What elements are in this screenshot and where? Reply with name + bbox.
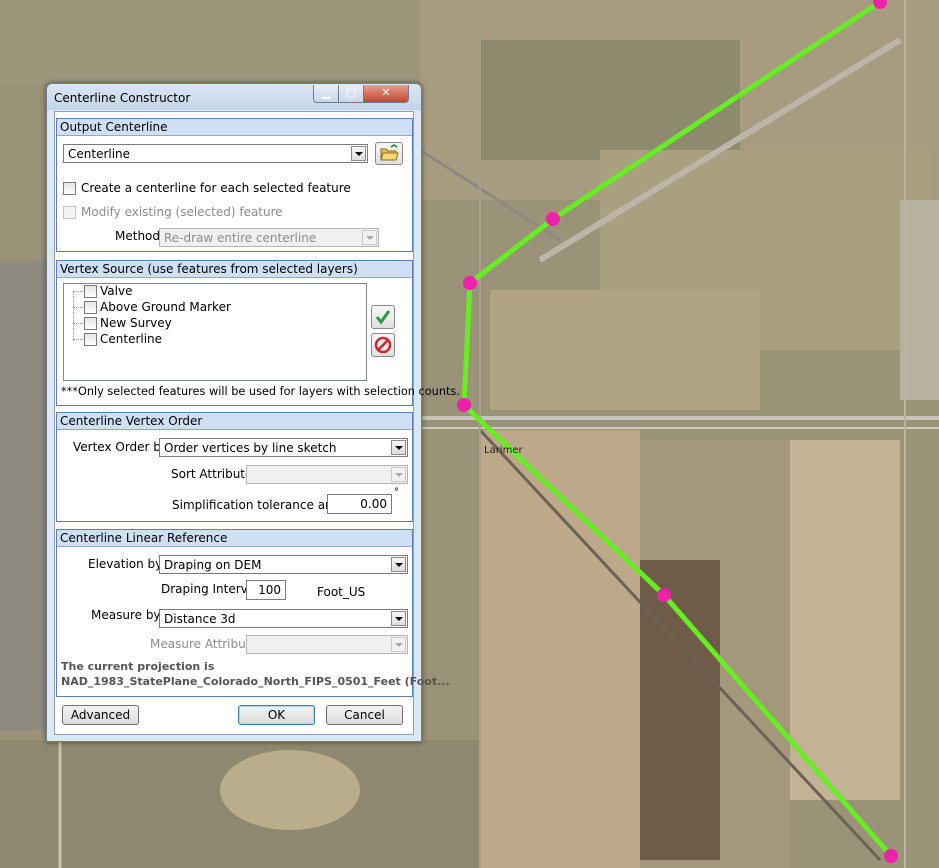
section-header: Output Centerline	[57, 119, 412, 136]
close-icon: ✕	[381, 86, 391, 99]
minimize-button[interactable]: ▁	[313, 85, 339, 103]
field-patch	[0, 0, 420, 83]
draping-interval-value: 100	[258, 583, 281, 597]
tree-connector	[73, 291, 83, 292]
layer-checkbox[interactable]	[84, 301, 97, 314]
chevron-down-icon[interactable]	[351, 146, 366, 161]
field-patch	[640, 560, 720, 860]
layer-checkbox[interactable]	[84, 285, 97, 298]
vertex-marker[interactable]	[884, 849, 898, 863]
method-value: Re-draw entire centerline	[164, 231, 317, 245]
vertex-marker[interactable]	[657, 588, 671, 602]
chevron-down-icon[interactable]	[362, 230, 377, 245]
maximize-icon: □	[345, 86, 357, 99]
selection-note: ***Only selected features will be used f…	[61, 385, 460, 398]
vertex-marker[interactable]	[463, 276, 477, 290]
field-patch	[220, 750, 360, 830]
elevation-value: Draping on DEM	[164, 558, 262, 572]
field-patch	[0, 260, 46, 730]
measure-by-label: Measure by:	[91, 608, 164, 622]
layer-label: New Survey	[100, 316, 172, 330]
elevation-combo[interactable]: Draping on DEM	[159, 555, 408, 574]
field-patch	[490, 290, 760, 410]
chevron-down-icon[interactable]	[391, 611, 406, 626]
no-entry-icon	[374, 336, 392, 354]
linear-reference-section: Centerline Linear Reference Elevation by…	[56, 529, 450, 697]
projection-line-1: The current projection is	[61, 660, 215, 673]
section-header: Centerline Linear Reference	[57, 530, 412, 547]
output-layer-combo[interactable]: Centerline	[63, 144, 368, 163]
unit-label: Foot_US	[317, 585, 366, 599]
chevron-down-icon[interactable]	[391, 557, 406, 572]
vertex-order-value: Order vertices by line sketch	[164, 441, 337, 455]
layer-label: Above Ground Marker	[100, 300, 231, 314]
measure-by-value: Distance 3d	[164, 612, 236, 626]
sort-attribute-label: Sort Attribute:	[171, 467, 257, 481]
vertex-order-combo[interactable]: Order vertices by line sketch	[159, 438, 408, 457]
open-folder-button[interactable]	[375, 142, 403, 165]
field-patch	[790, 440, 900, 800]
centerline-constructor-dialog: Centerline Constructor ▁ □ ✕ Output Cent…	[46, 83, 460, 742]
modify-existing-checkbox[interactable]	[63, 206, 76, 219]
layer-label: Valve	[100, 284, 133, 298]
degree-symbol: °	[394, 487, 399, 498]
measure-attribute-combo[interactable]	[246, 635, 408, 654]
vertex-order-label: Vertex Order by:	[73, 440, 172, 454]
measure-by-combo[interactable]: Distance 3d	[159, 609, 408, 628]
elevation-label: Elevation by:	[88, 557, 166, 571]
create-each-label: Create a centerline for each selected fe…	[81, 181, 351, 195]
method-label: Method:	[115, 229, 165, 243]
road-label: Larimer	[484, 445, 523, 456]
maximize-button[interactable]: □	[338, 85, 364, 103]
window-title: Centerline Constructor	[54, 91, 191, 105]
minimize-icon: ▁	[321, 86, 331, 99]
tolerance-value: 0.00	[360, 497, 387, 511]
create-each-checkbox[interactable]	[63, 182, 76, 195]
tree-connector	[73, 339, 83, 340]
draping-interval-input[interactable]: 100	[246, 580, 286, 600]
chevron-down-icon[interactable]	[391, 467, 406, 482]
output-layer-value: Centerline	[68, 147, 131, 161]
advanced-button[interactable]: Advanced	[62, 705, 139, 725]
folder-icon	[380, 144, 399, 161]
section-header: Centerline Vertex Order	[57, 413, 412, 430]
section-header: Vertex Source (use features from selecte…	[57, 261, 412, 278]
close-button[interactable]: ✕	[363, 85, 409, 103]
method-combo[interactable]: Re-draw entire centerline	[159, 228, 379, 247]
tree-connector	[73, 323, 83, 324]
select-all-button[interactable]	[371, 305, 395, 329]
chevron-down-icon[interactable]	[391, 440, 406, 455]
ok-button[interactable]: OK	[238, 705, 315, 725]
layer-tree[interactable]: Valve Above Ground Marker New Survey Cen…	[63, 283, 367, 381]
vertex-source-section: Vertex Source (use features from selecte…	[56, 260, 460, 406]
title-bar[interactable]: Centerline Constructor ▁ □ ✕	[47, 84, 421, 110]
field-patch	[480, 40, 740, 160]
layer-checkbox[interactable]	[84, 317, 97, 330]
cancel-button[interactable]: Cancel	[326, 705, 403, 725]
projection-line-2: NAD_1983_StatePlane_Colorado_North_FIPS_…	[61, 675, 450, 688]
layer-checkbox[interactable]	[84, 333, 97, 346]
chevron-down-icon[interactable]	[391, 637, 406, 652]
vertex-marker[interactable]	[546, 212, 560, 226]
clear-all-button[interactable]	[371, 333, 395, 357]
output-centerline-section: Output Centerline Centerline Create a ce…	[56, 118, 413, 252]
vertex-order-section: Centerline Vertex Order Vertex Order by:…	[56, 412, 413, 522]
vertex-marker[interactable]	[457, 398, 471, 412]
layer-label: Centerline	[100, 332, 163, 346]
checkmark-icon	[375, 310, 391, 325]
tree-connector	[73, 291, 74, 341]
dialog-body: Output Centerline Centerline Create a ce…	[54, 111, 460, 735]
tree-connector	[73, 307, 83, 308]
sort-attribute-combo[interactable]	[246, 465, 408, 484]
tolerance-input[interactable]: 0.00	[327, 494, 392, 514]
modify-existing-label: Modify existing (selected) feature	[81, 205, 283, 219]
